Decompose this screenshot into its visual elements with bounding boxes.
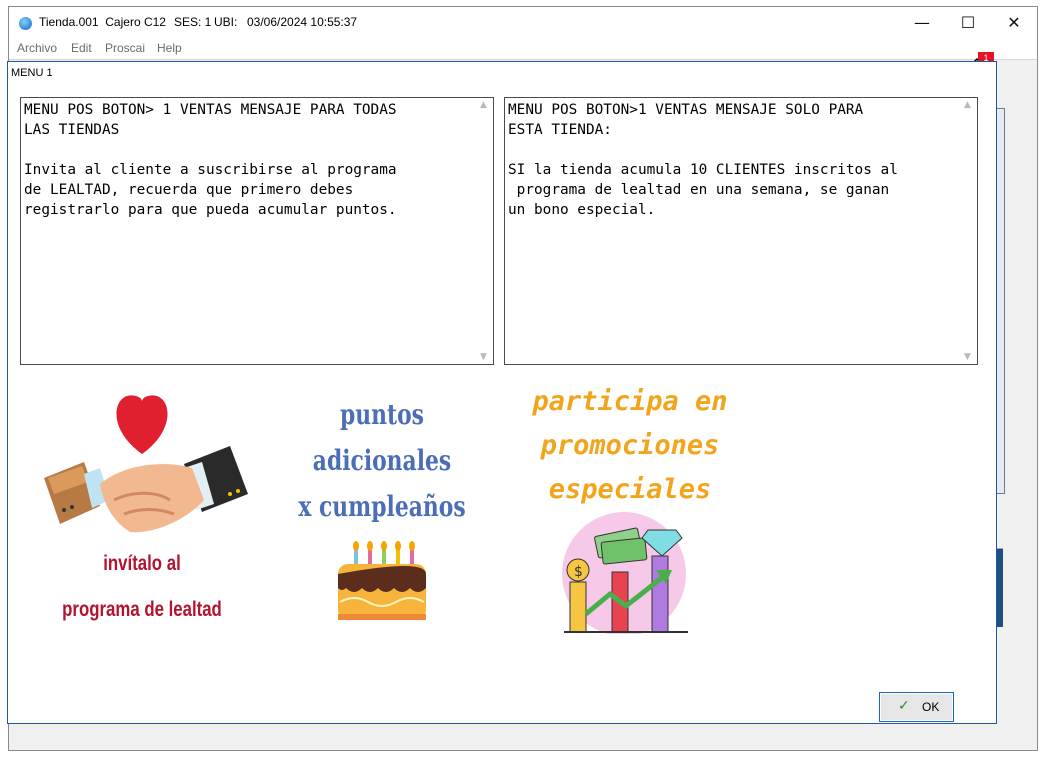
session-label: SES: 1 (174, 15, 212, 29)
menu-item-help[interactable]: Help (157, 41, 182, 55)
dialog-title: MENU 1 (11, 67, 53, 79)
maximize-icon: ☐ (960, 13, 976, 32)
scroll-up-icon[interactable]: ▲ (964, 100, 971, 110)
checkmark-icon: ✓ (898, 698, 910, 714)
message-this-store-text: MENU POS BOTON>1 VENTAS MENSAJE SOLO PAR… (508, 102, 898, 218)
menu-bar: Archivo Edit Proscai Help (9, 39, 1037, 60)
promo-3-caption-line2: promociones (540, 430, 720, 461)
scroll-down-icon[interactable]: ▼ (480, 352, 487, 362)
heart-icon (116, 395, 168, 454)
globe-icon (19, 17, 32, 30)
promo-1-caption-line2: programa de lealtad (62, 598, 222, 621)
message-all-stores-text: MENU POS BOTON> 1 VENTAS MENSAJE PARA TO… (24, 102, 397, 218)
scroll-up-icon[interactable]: ▲ (480, 100, 487, 110)
menu-item-proscai[interactable]: Proscai (105, 41, 145, 55)
maximize-button[interactable]: ☐ (945, 7, 991, 39)
promo-2-caption-line1: puntos (340, 398, 424, 431)
loyalty-handshake-graphic (44, 395, 248, 533)
message-this-store-box[interactable]: MENU POS BOTON>1 VENTAS MENSAJE SOLO PAR… (504, 97, 978, 365)
handshake-icon (44, 446, 248, 533)
ok-button-label: OK (922, 700, 940, 714)
promo-2-caption-line3: x cumpleaños (298, 490, 466, 523)
minimize-button[interactable]: — (899, 7, 945, 39)
menu-item-archivo[interactable]: Archivo (17, 41, 57, 55)
svg-text:$: $ (574, 564, 583, 580)
growth-chart-icon: $ (562, 512, 688, 634)
menu-item-edit[interactable]: Edit (71, 41, 92, 55)
birthday-cake-icon (338, 541, 426, 620)
close-button[interactable]: ✕ (991, 7, 1037, 39)
location-label: UBI: (214, 15, 238, 29)
promo-2-caption-line2: adicionales (312, 444, 452, 477)
datetime-label: 03/06/2024 10:55:37 (247, 15, 358, 29)
message-all-stores-box[interactable]: MENU POS BOTON> 1 VENTAS MENSAJE PARA TO… (20, 97, 494, 365)
window-title: Tienda.001 Cajero C12 (39, 15, 166, 29)
vertical-scrollbar[interactable]: ▲ ▼ (477, 98, 493, 364)
ok-button[interactable]: ✓ OK (879, 692, 954, 722)
vertical-scrollbar[interactable]: ▲ ▼ (961, 98, 977, 364)
background-panel (996, 108, 1005, 494)
scroll-down-icon[interactable]: ▼ (964, 352, 971, 362)
promo-3-caption-line3: especiales (548, 474, 712, 505)
minimize-icon: — (914, 13, 930, 32)
menu-dialog: MENU 1 MENU POS BOTON> 1 VENTAS MENSAJE … (7, 61, 997, 724)
promo-3-caption-line1: participa en (532, 386, 728, 417)
title-bar: Tienda.001 Cajero C12 SES: 1 UBI: 03/06/… (9, 7, 1037, 39)
promo-1-caption-line1: invítalo al (103, 552, 181, 575)
close-icon: ✕ (1007, 13, 1021, 32)
